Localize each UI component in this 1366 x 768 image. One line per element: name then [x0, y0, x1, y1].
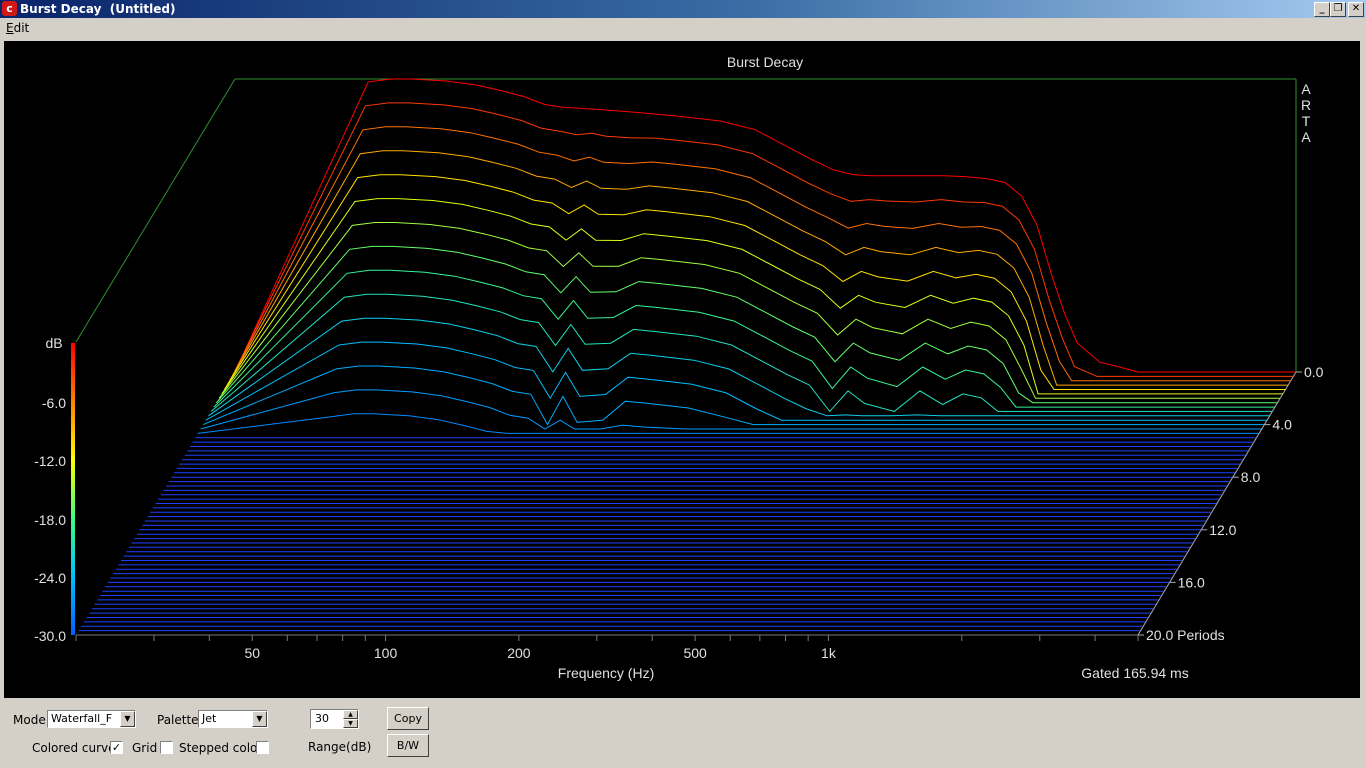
minimize-icon: _ [1319, 3, 1325, 14]
range-value: 30 [315, 712, 329, 725]
z-tick-label: 0.0 [1304, 364, 1324, 380]
colorbar [71, 343, 75, 635]
spin-down-icon[interactable]: ▼ [343, 719, 358, 728]
controls-panel: Mode Waterfall_F ▼ Palette Jet ▼ 30 ▲ ▼ … [0, 700, 1366, 768]
mode-label: Mode [13, 713, 46, 727]
decay-curve [218, 222, 1281, 399]
chevron-down-icon[interactable]: ▼ [252, 711, 267, 727]
minimize-button[interactable]: _ [1314, 2, 1330, 17]
bw-button[interactable]: B/W [387, 734, 429, 757]
decay-curve [208, 317, 1270, 417]
x-tick-label: 1k [821, 645, 837, 661]
restore-icon: ❐ [1333, 3, 1343, 14]
range-spinner[interactable]: 30 ▲ ▼ [310, 709, 359, 729]
x-tick-label: 500 [683, 645, 707, 661]
copy-button[interactable]: Copy [387, 707, 429, 730]
chart-title: Burst Decay [727, 54, 803, 70]
x-tick-label: 50 [244, 645, 260, 661]
z-tick-label: 8.0 [1241, 469, 1261, 485]
frame-diagonal-line [75, 78, 236, 343]
z-tick-label: 12.0 [1209, 522, 1236, 538]
restore-button[interactable]: ❐ [1330, 2, 1346, 17]
spin-up-icon[interactable]: ▲ [343, 710, 358, 719]
burst-decay-plot: dB -6.0 -12.0 -18.0 -24.0 -30.0 50 100 200 500 1k F… [4, 41, 1360, 698]
mode-select[interactable]: Waterfall_F ▼ [47, 710, 136, 728]
y-tick-label: -24.0 [34, 570, 66, 586]
arta-watermark-letter: A [1301, 81, 1311, 97]
grid-label: Grid [132, 741, 158, 755]
arta-watermark-letter: A [1301, 129, 1311, 145]
mode-value: Waterfall_F [51, 712, 113, 725]
z-tick-label: 20.0 Periods [1146, 627, 1225, 643]
arta-watermark-letter: T [1302, 113, 1311, 129]
palette-value: Jet [202, 712, 217, 725]
close-icon: ✕ [1351, 3, 1361, 14]
menu-bar: Edit [0, 18, 1366, 38]
check-mark-icon: ✓ [111, 741, 122, 754]
waterfall-chart: dB -6.0 -12.0 -18.0 -24.0 -30.0 50 100 200 500 1k F… [34, 54, 1324, 681]
x-tick-label: 200 [507, 645, 531, 661]
z-tick-label: 16.0 [1178, 574, 1205, 590]
window-title: Burst Decay (Untitled) [20, 2, 176, 16]
y-tick-label: -6.0 [42, 395, 66, 411]
x-axis-title: Frequency (Hz) [558, 665, 654, 681]
decay-curve [197, 413, 1259, 434]
menu-edit[interactable]: Edit [6, 21, 29, 35]
x-tick-label: 100 [374, 645, 398, 661]
grid-checkbox[interactable] [160, 741, 173, 754]
colored-curves-checkbox[interactable]: ✓ [110, 741, 123, 754]
arta-watermark-letter: R [1301, 97, 1311, 113]
decay-curve [213, 269, 1275, 408]
z-tick-label: 4.0 [1272, 417, 1292, 433]
palette-select[interactable]: Jet ▼ [198, 710, 268, 728]
stepped-colors-checkbox[interactable] [256, 741, 269, 754]
decay-curve [221, 198, 1283, 395]
y-tick-label: -12.0 [34, 453, 66, 469]
db-unit-label: dB [45, 335, 62, 351]
decay-curve [226, 150, 1288, 386]
palette-label: Palette [157, 713, 199, 727]
title-bar: c Burst Decay (Untitled) _ ❐ ✕ [0, 0, 1366, 18]
chevron-down-icon[interactable]: ▼ [120, 711, 135, 727]
close-button[interactable]: ✕ [1348, 2, 1364, 17]
y-tick-label: -18.0 [34, 512, 66, 528]
arta-app-icon[interactable]: c [2, 1, 17, 16]
decay-curve [234, 78, 1296, 373]
range-label: Range(dB) [308, 740, 372, 754]
colored-curves-label: Colored curves [32, 741, 122, 755]
y-tick-label: -30.0 [34, 628, 66, 644]
decay-curve [231, 102, 1294, 377]
gated-label: Gated 165.94 ms [1081, 665, 1188, 681]
